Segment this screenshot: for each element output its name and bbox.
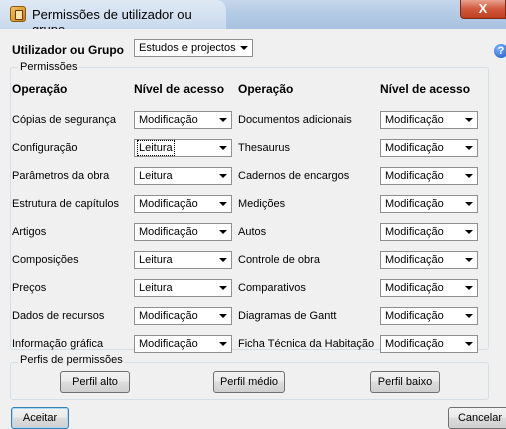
access-level-select-right[interactable]: Modificação [380, 335, 478, 353]
access-level-value: Modificação [385, 142, 444, 154]
profile-low-button[interactable]: Perfil baixo [370, 371, 440, 393]
access-level-value: Modificação [385, 282, 444, 294]
operation-label-left: Informação gráfica [12, 338, 104, 350]
access-level-select-left[interactable]: Leitura [134, 251, 232, 269]
access-level-value: Modificação [139, 226, 198, 238]
chevron-down-icon [461, 168, 477, 184]
access-level-value: Leitura [137, 140, 175, 156]
operation-label-right: Autos [238, 226, 267, 238]
chevron-down-icon [461, 336, 477, 352]
operation-label-left: Parâmetros da obra [12, 170, 110, 182]
operation-label-right: Cadernos de encargos [238, 170, 350, 182]
profiles-group-label: Perfis de permissões [18, 354, 125, 366]
access-level-select-left[interactable]: Leitura [134, 139, 232, 157]
profile-high-button[interactable]: Perfil alto [60, 371, 130, 393]
header-level-left: Nível de acesso [134, 82, 225, 96]
operation-label-left: Composições [12, 254, 79, 266]
operation-label-right: Thesaurus [238, 142, 290, 154]
chevron-down-icon [215, 168, 231, 184]
access-level-value: Modificação [385, 226, 444, 238]
operation-label-left: Cópias de segurança [12, 114, 116, 126]
access-level-value: Modificação [139, 338, 198, 350]
chevron-down-icon [215, 252, 231, 268]
user-group-label: Utilizador ou Grupo [12, 43, 124, 57]
access-level-select-right[interactable]: Modificação [380, 251, 478, 269]
title-bar: Permissões de utilizador ou grupo X [0, 0, 506, 37]
close-button[interactable]: X [460, 0, 506, 19]
operation-label-right: Ficha Técnica da Habitação [238, 338, 375, 350]
access-level-select-left[interactable]: Modificação [134, 223, 232, 241]
access-level-select-right[interactable]: Modificação [380, 139, 478, 157]
operation-label-right: Controle de obra [238, 254, 320, 266]
chevron-down-icon [461, 308, 477, 324]
access-level-select-left[interactable]: Modificação [134, 195, 232, 213]
operation-label-right: Medições [238, 198, 286, 210]
operation-label-left: Estrutura de capítulos [12, 198, 120, 210]
access-level-value: Modificação [139, 114, 198, 126]
chevron-down-icon [215, 336, 231, 352]
chevron-down-icon [236, 40, 252, 56]
access-level-select-left[interactable]: Modificação [134, 307, 232, 325]
permissions-group-label: Permissões [18, 61, 80, 73]
access-level-value: Modificação [385, 114, 444, 126]
chevron-down-icon [461, 140, 477, 156]
access-level-value: Modificação [385, 198, 444, 210]
user-group-value: Estudos e projectos [139, 42, 236, 54]
access-level-value: Modificação [385, 338, 444, 350]
header-operation-right: Operação [238, 82, 294, 96]
user-group-select[interactable]: Estudos e projectos [134, 39, 253, 57]
access-level-select-right[interactable]: Modificação [380, 279, 478, 297]
profile-medium-button[interactable]: Perfil médio [213, 371, 285, 393]
operation-label-left: Configuração [12, 142, 78, 154]
chevron-down-icon [215, 224, 231, 240]
header-level-right: Nível de acesso [380, 82, 471, 96]
chevron-down-icon [215, 280, 231, 296]
chevron-down-icon [215, 308, 231, 324]
access-level-value: Modificação [385, 254, 444, 266]
access-level-value: Leitura [139, 170, 173, 182]
operation-label-right: Documentos adicionais [238, 114, 352, 126]
chevron-down-icon [461, 224, 477, 240]
access-level-value: Modificação [139, 310, 198, 322]
access-level-select-right[interactable]: Modificação [380, 167, 478, 185]
operation-label-left: Preços [12, 282, 47, 294]
access-level-value: Modificação [385, 170, 444, 182]
operation-label-left: Dados de recursos [12, 310, 105, 322]
app-icon [10, 6, 26, 22]
chevron-down-icon [461, 196, 477, 212]
header-operation-left: Operação [12, 82, 68, 96]
chevron-down-icon [215, 196, 231, 212]
accept-button[interactable]: Aceitar [11, 407, 69, 429]
access-level-select-right[interactable]: Modificação [380, 195, 478, 213]
chevron-down-icon [461, 280, 477, 296]
chevron-down-icon [215, 112, 231, 128]
help-icon[interactable]: ? [494, 44, 506, 58]
chevron-down-icon [215, 140, 231, 156]
title-tab: Permissões de utilizador ou grupo [0, 0, 226, 37]
access-level-select-right[interactable]: Modificação [380, 223, 478, 241]
access-level-select-left[interactable]: Leitura [134, 279, 232, 297]
access-level-value: Leitura [139, 254, 173, 266]
access-level-select-right[interactable]: Modificação [380, 307, 478, 325]
operation-label-right: Diagramas de Gantt [238, 310, 337, 322]
operation-label-left: Artigos [12, 226, 47, 238]
access-level-select-right[interactable]: Modificação [380, 111, 478, 129]
access-level-select-left[interactable]: Modificação [134, 111, 232, 129]
operation-label-right: Comparativos [238, 282, 306, 294]
chevron-down-icon [461, 112, 477, 128]
chevron-down-icon [461, 252, 477, 268]
access-level-value: Leitura [139, 282, 173, 294]
dialog-body: Utilizador ou Grupo Estudos e projectos … [0, 29, 506, 429]
access-level-select-left[interactable]: Modificação [134, 335, 232, 353]
cancel-button[interactable]: Cancelar [448, 407, 506, 429]
access-level-value: Modificação [139, 198, 198, 210]
access-level-value: Modificação [385, 310, 444, 322]
access-level-select-left[interactable]: Leitura [134, 167, 232, 185]
